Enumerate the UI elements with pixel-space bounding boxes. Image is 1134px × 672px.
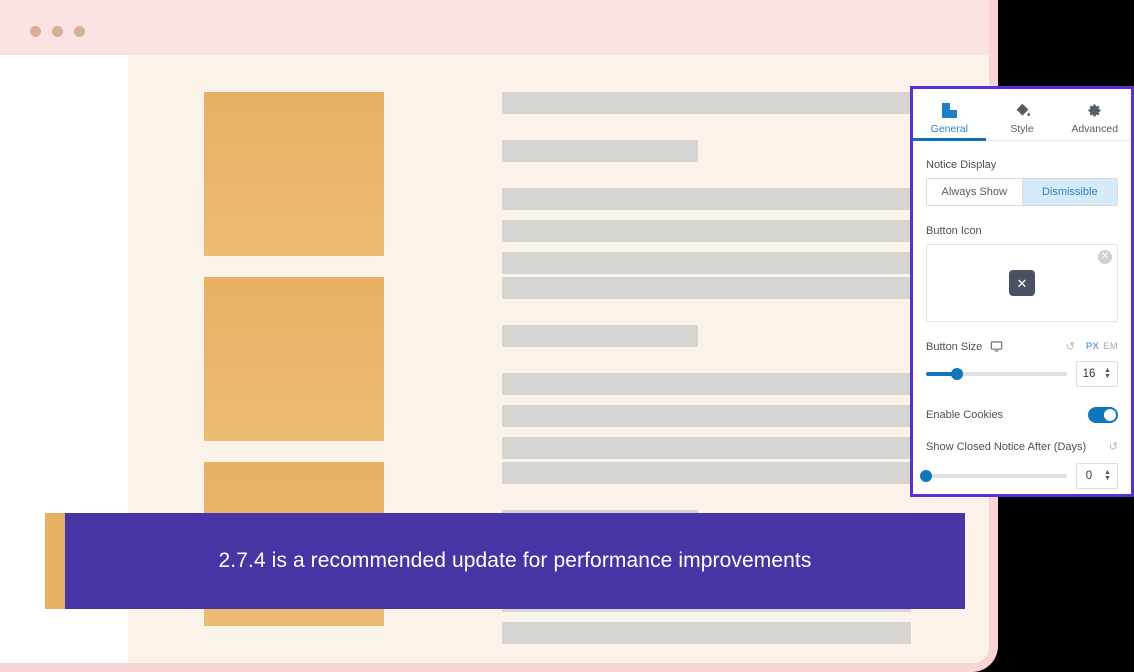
button-size-label: Button Size [926,340,983,353]
notice-display-label: Notice Display [926,159,997,171]
minimize-dot[interactable] [52,26,63,37]
remove-icon-button[interactable]: ✕ [1098,250,1112,264]
close-dot[interactable] [30,26,41,37]
text-placeholder-line [502,437,911,459]
button-size-reset-icon[interactable]: ↺ [1066,340,1075,353]
button-size-slider-knob[interactable] [951,368,964,380]
show-closed-notice-slider-row: 0 ▲ ▼ [920,463,1118,489]
enable-cookies-label: Enable Cookies [926,409,1004,421]
show-closed-notice-stepper[interactable]: 0 ▲ ▼ [1076,463,1118,489]
panel-content: Notice Display Always Show Dismissible B… [913,141,1131,489]
toggle-knob [1104,409,1116,421]
unit-px[interactable]: PX [1086,341,1099,352]
list-item [204,92,989,274]
notice-display-option-always-show[interactable]: Always Show [927,179,1022,205]
text-placeholder-line [502,622,911,644]
paint-bucket-icon [1014,100,1031,120]
unit-em[interactable]: EM [1103,341,1118,352]
tab-style[interactable]: Style [986,89,1059,140]
tab-advanced-label: Advanced [1071,123,1119,135]
settings-panel: General Style Advanced Notice Display Al… [910,86,1134,497]
notice-message: 2.7.4 is a recommended update for perfor… [218,549,812,572]
notice-banner: 2.7.4 is a recommended update for perfor… [45,513,965,609]
thumbnail-placeholder [204,92,384,256]
panel-tab-bar: General Style Advanced [913,89,1131,141]
show-closed-notice-header: Show Closed Notice After (Days) ↺ [926,440,1118,454]
text-placeholder-line [502,188,911,210]
text-placeholder-line [502,220,911,242]
show-closed-notice-label: Show Closed Notice After (Days) [926,440,1087,453]
tab-general[interactable]: General [913,89,986,141]
button-icon-preview[interactable]: ✕ ✕ [926,244,1118,322]
list-item [204,277,989,459]
close-icon[interactable]: ✕ [1009,270,1035,296]
text-placeholder-line [502,405,911,427]
text-placeholder-group [502,92,911,284]
tab-general-label: General [930,123,969,135]
show-closed-notice-slider-knob[interactable] [920,470,932,482]
text-placeholder-line [502,373,911,395]
show-closed-notice-slider[interactable] [920,470,1067,482]
stepper-arrows-icon[interactable]: ▲ ▼ [1101,469,1117,482]
notice-display-segmented-control: Always Show Dismissible [926,178,1118,206]
button-size-stepper[interactable]: 16 ▲ ▼ [1076,361,1118,387]
gear-icon [1087,100,1102,120]
text-placeholder-line [502,325,699,347]
text-placeholder-group [502,277,911,469]
button-size-slider-row: 16 ▲ ▼ [926,361,1118,387]
notice-display-option-dismissible[interactable]: Dismissible [1021,179,1117,205]
notice-body: 2.7.4 is a recommended update for perfor… [65,513,965,609]
button-size-slider[interactable] [926,368,1067,380]
enable-cookies-row: Enable Cookies [926,407,1118,423]
square-block-icon [941,100,957,120]
stepper-arrows-icon[interactable]: ▲ ▼ [1101,367,1117,380]
show-closed-notice-value: 0 [1085,470,1093,482]
enable-cookies-toggle[interactable] [1088,407,1118,423]
text-placeholder-line [502,462,911,484]
button-size-value: 16 [1082,368,1096,380]
tab-advanced[interactable]: Advanced [1058,89,1131,140]
desktop-icon[interactable] [990,340,1003,353]
text-placeholder-line [502,277,911,299]
thumbnail-placeholder [204,277,384,441]
button-size-header: Button Size ↺ PX EM [926,340,1118,354]
text-placeholder-line [502,252,911,274]
text-placeholder-line [502,140,699,162]
show-closed-notice-reset-icon[interactable]: ↺ [1109,440,1118,453]
window-controls [30,26,85,37]
button-icon-label: Button Icon [926,225,982,237]
notice-accent-bar [45,513,65,609]
maximize-dot[interactable] [74,26,85,37]
text-placeholder-line [502,92,911,114]
browser-title-bar [0,0,989,55]
tab-style-label: Style [1010,123,1034,135]
